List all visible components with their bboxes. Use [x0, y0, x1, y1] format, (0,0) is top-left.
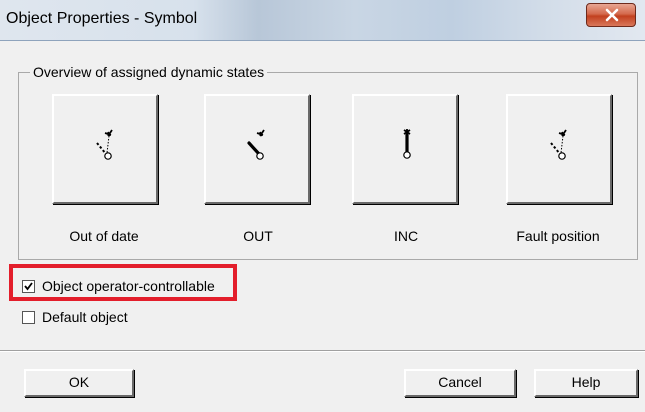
- state-label-fault-position: Fault position: [516, 228, 600, 244]
- state-label-inc: INC: [393, 228, 419, 244]
- groupbox-legend: Overview of assigned dynamic states: [30, 64, 268, 80]
- separator-line: [0, 350, 645, 352]
- state-button-inc[interactable]: [352, 94, 458, 204]
- close-icon: [605, 8, 619, 22]
- state-button-out-of-date[interactable]: [52, 94, 158, 204]
- window-title: Object Properties - Symbol: [6, 10, 198, 27]
- ok-button[interactable]: OK: [24, 369, 134, 397]
- cancel-button[interactable]: Cancel: [404, 369, 516, 397]
- state-label-out-of-date: Out of date: [69, 228, 139, 244]
- default-object-checkbox[interactable]: [22, 311, 35, 324]
- help-button[interactable]: Help: [534, 369, 638, 397]
- valve-inc-icon: [403, 129, 411, 159]
- title-bar: Object Properties - Symbol: [0, 0, 645, 41]
- valve-out-icon: [247, 129, 265, 160]
- state-button-out[interactable]: [204, 94, 310, 204]
- state-label-out: OUT: [243, 228, 273, 244]
- valve-out-of-date-icon: [96, 129, 113, 160]
- close-button[interactable]: [586, 3, 636, 27]
- state-button-fault-position[interactable]: [506, 94, 612, 204]
- valve-fault-position-icon: [550, 129, 567, 160]
- default-object-label: Default object: [42, 309, 128, 325]
- highlight-box: [9, 264, 237, 301]
